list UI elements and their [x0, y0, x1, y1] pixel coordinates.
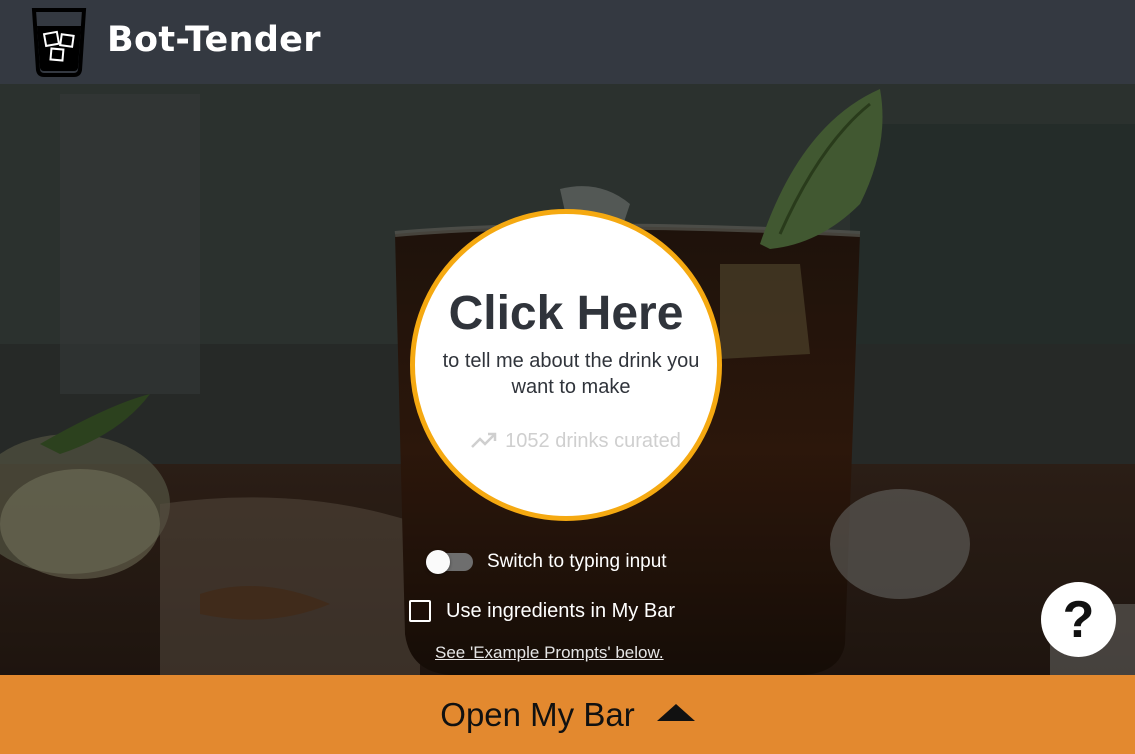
my-bar-checkbox[interactable]	[409, 600, 431, 622]
curated-text: 1052 drinks curated	[505, 429, 681, 452]
voice-input-button[interactable]: Click Here to tell me about the drink yo…	[410, 209, 722, 521]
cta-subtitle: to tell me about the drink you want to m…	[442, 350, 700, 398]
open-my-bar-label: Open My Bar	[440, 695, 635, 733]
curated-count: 1052 drinks curated	[451, 428, 701, 454]
whiskey-glass-icon	[31, 8, 87, 77]
checkbox-label: Use ingredients in My Bar	[446, 599, 675, 622]
typing-toggle[interactable]	[426, 550, 473, 574]
toggle-label: Switch to typing input	[487, 551, 667, 572]
hero-background: Click Here to tell me about the drink yo…	[0, 84, 1135, 675]
example-prompts-link[interactable]: See 'Example Prompts' below.	[435, 643, 664, 663]
toggle-knob	[426, 550, 450, 574]
cta-title: Click Here	[448, 287, 684, 340]
my-bar-checkbox-row[interactable]: Use ingredients in My Bar	[409, 598, 675, 624]
open-my-bar-button[interactable]: Open My Bar	[0, 675, 1135, 754]
caret-up-icon	[656, 704, 695, 721]
typing-toggle-row[interactable]: Switch to typing input	[426, 549, 667, 575]
trending-up-icon	[471, 432, 497, 448]
top-bar: Bot-Tender	[0, 0, 1135, 84]
help-button[interactable]: ?	[1041, 582, 1116, 657]
brand-title: Bot-Tender	[107, 20, 321, 60]
